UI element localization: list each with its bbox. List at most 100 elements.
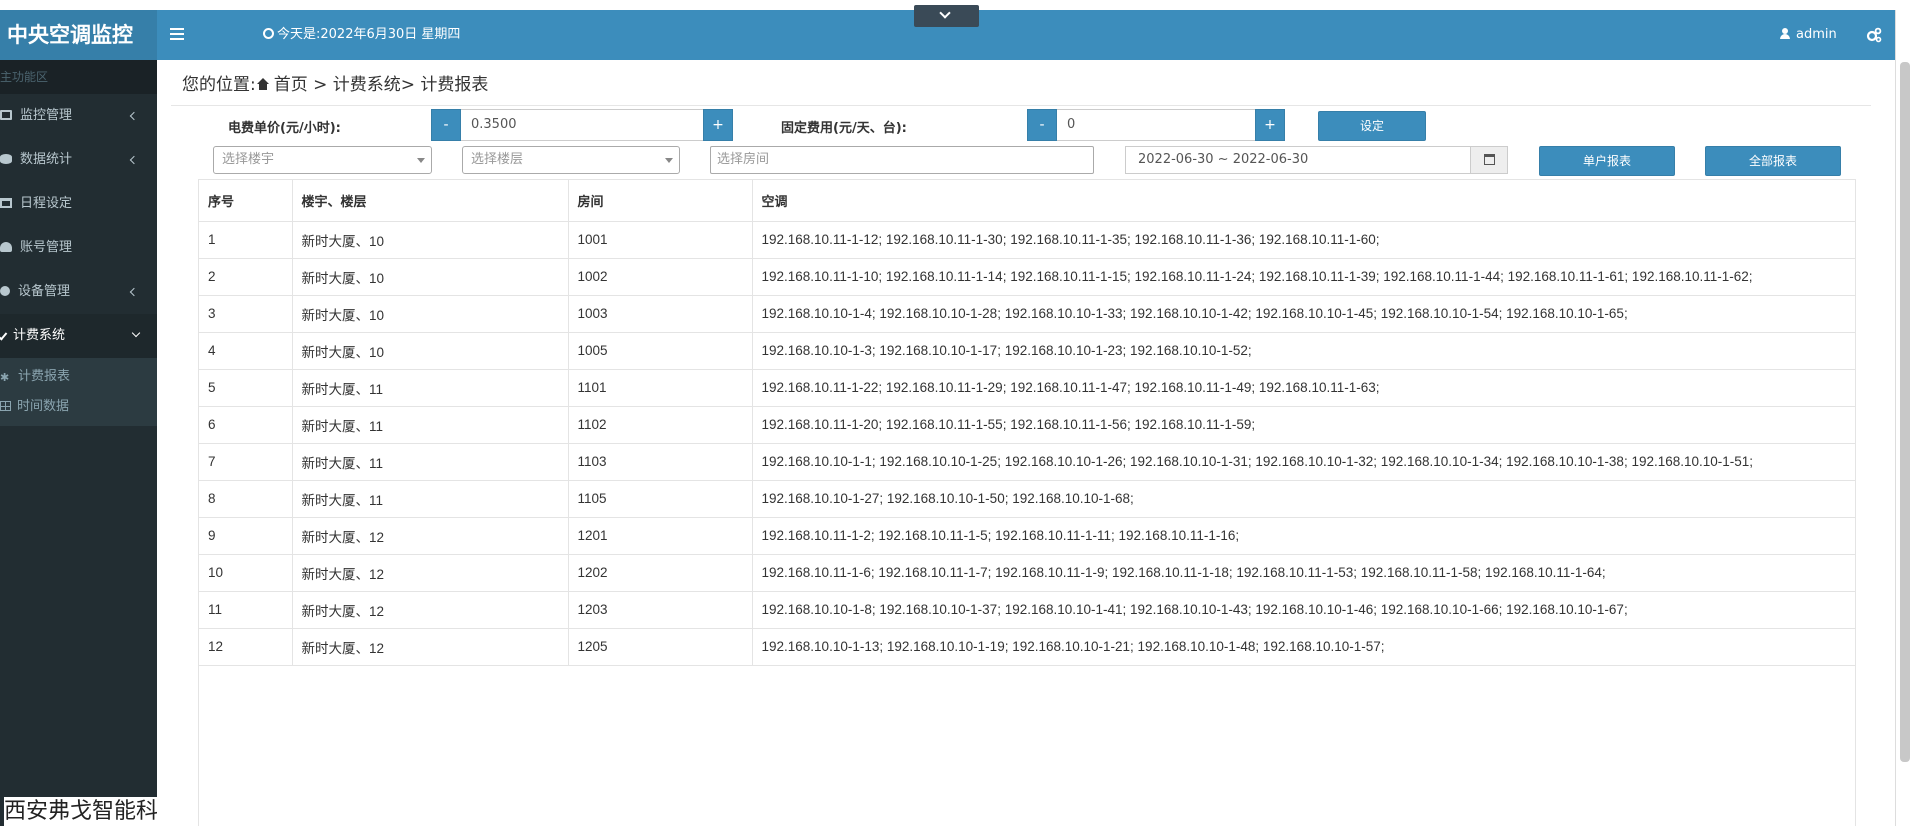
- fixed-fee-label: 固定费用(元/天、台):: [781, 121, 907, 136]
- column-header-room[interactable]: 房间: [568, 180, 753, 222]
- building-select-placeholder: 选择楼宇: [222, 152, 275, 167]
- table-row[interactable]: 8 新时大厦、11 1105 192.168.10.10-1-27; 192.168.…: [199, 480, 1855, 518]
- sidebar-item-label: 数据统计: [20, 152, 73, 167]
- chevron-left-icon: [129, 287, 139, 297]
- cell-building-floor: 新时大厦、10: [292, 295, 569, 333]
- table-row[interactable]: 6 新时大厦、11 1102 192.168.10.11-1-20; 192.168.…: [199, 406, 1855, 444]
- user-icon: [0, 242, 12, 252]
- all-report-button[interactable]: 全部报表: [1705, 146, 1841, 176]
- unit-price-decrement-button[interactable]: -: [431, 109, 461, 141]
- cell-index: 2: [199, 258, 293, 296]
- sidebar-item-schedule[interactable]: 日程设定: [0, 182, 157, 226]
- table-row[interactable]: 5 新时大厦、11 1101 192.168.10.11-1-22; 192.168.…: [199, 369, 1855, 407]
- date-range-input[interactable]: 2022-06-30 ~ 2022-06-30: [1125, 146, 1471, 174]
- table-row[interactable]: 9 新时大厦、12 1201 192.168.10.11-1-2; 192.168.1…: [199, 517, 1855, 555]
- chevron-left-icon: [129, 155, 139, 165]
- floor-select[interactable]: 选择楼层: [462, 146, 680, 174]
- cell-index: 7: [199, 443, 293, 481]
- set-button[interactable]: 设定: [1318, 111, 1426, 141]
- cell-aircon: 192.168.10.11-1-12; 192.168.10.11-1-30; …: [752, 221, 1855, 259]
- page-scrollbar-thumb[interactable]: [1900, 62, 1910, 762]
- user-menu[interactable]: admin: [1780, 10, 1837, 60]
- column-header-index[interactable]: 序号: [199, 180, 293, 222]
- sidebar-item-label: 计费系统: [13, 328, 66, 343]
- billing-submenu: ✱ 计费报表 时间数据: [0, 358, 157, 426]
- floor-select-placeholder: 选择楼层: [471, 152, 524, 167]
- caret-down-icon: [417, 158, 425, 163]
- fixed-fee-decrement-button[interactable]: -: [1027, 109, 1057, 141]
- sidebar-item-monitor[interactable]: 监控管理: [0, 94, 157, 138]
- user-name: admin: [1796, 27, 1837, 42]
- unit-price-input[interactable]: 0.3500: [461, 109, 703, 141]
- chevron-left-icon: [129, 111, 139, 121]
- table-row[interactable]: 7 新时大厦、11 1103 192.168.10.10-1-1; 192.168.1…: [199, 443, 1855, 481]
- calendar-icon: [0, 198, 12, 208]
- sidebar-item-devices[interactable]: 设备管理: [0, 270, 157, 314]
- table-row[interactable]: 4 新时大厦、10 1005 192.168.10.10-1-3; 192.168.1…: [199, 332, 1855, 370]
- cell-building-floor: 新时大厦、11: [292, 480, 569, 518]
- sidebar-item-accounts[interactable]: 账号管理: [0, 226, 157, 270]
- table-row[interactable]: 11 新时大厦、12 1203 192.168.10.10-1-8; 192.168.…: [199, 591, 1855, 629]
- cell-aircon: 192.168.10.10-1-3; 192.168.10.10-1-17; 1…: [752, 332, 1855, 370]
- sidebar-item-billing[interactable]: 计费系统: [0, 314, 157, 358]
- room-input[interactable]: 选择房间: [710, 146, 1094, 174]
- cell-building-floor: 新时大厦、12: [292, 517, 569, 555]
- collapse-header-tab[interactable]: [914, 5, 979, 27]
- home-icon: [256, 78, 270, 90]
- cell-building-floor: 新时大厦、12: [292, 554, 569, 592]
- cell-aircon: 192.168.10.11-1-20; 192.168.10.11-1-55; …: [752, 406, 1855, 444]
- table-row[interactable]: 12 新时大厦、12 1205 192.168.10.10-1-13; 192.168…: [199, 628, 1855, 666]
- cell-building-floor: 新时大厦、10: [292, 258, 569, 296]
- breadcrumb-divider: [171, 105, 1871, 106]
- cell-aircon: 192.168.10.11-1-6; 192.168.10.11-1-7; 19…: [752, 554, 1855, 592]
- cell-index: 4: [199, 332, 293, 370]
- chevron-down-icon: [939, 7, 951, 19]
- cell-index: 8: [199, 480, 293, 518]
- cell-index: 5: [199, 369, 293, 407]
- fixed-fee-increment-button[interactable]: +: [1255, 109, 1285, 141]
- cell-room: 1003: [568, 295, 753, 333]
- building-select[interactable]: 选择楼宇: [213, 146, 432, 174]
- single-report-button[interactable]: 单户报表: [1539, 146, 1675, 176]
- sidebar-item-stats[interactable]: 数据统计: [0, 138, 157, 182]
- breadcrumb-path[interactable]: 首页 > 计费系统> 计费报表: [274, 75, 489, 95]
- sidebar-subitem-label: 计费报表: [18, 369, 71, 384]
- company-footer-text: 西安弗戈智能科: [4, 797, 157, 826]
- cell-building-floor: 新时大厦、11: [292, 369, 569, 407]
- cell-index: 1: [199, 221, 293, 259]
- column-header-building-floor[interactable]: 楼宇、楼层: [292, 180, 569, 222]
- cell-index: 3: [199, 295, 293, 333]
- app-logo-title[interactable]: 中央空调监控: [0, 10, 157, 60]
- cell-index: 6: [199, 406, 293, 444]
- cell-building-floor: 新时大厦、10: [292, 332, 569, 370]
- cell-room: 1205: [568, 628, 753, 666]
- column-header-aircon[interactable]: 空调: [752, 180, 1855, 222]
- cell-aircon: 192.168.10.10-1-4; 192.168.10.10-1-28; 1…: [752, 295, 1855, 333]
- sidebar-subitem-time-data[interactable]: 时间数据: [0, 392, 157, 422]
- table-row[interactable]: 1 新时大厦、10 1001 192.168.10.11-1-12; 192.168.…: [199, 221, 1855, 259]
- cell-building-floor: 新时大厦、12: [292, 591, 569, 629]
- settings-cogs-icon[interactable]: [1866, 27, 1882, 43]
- table-row[interactable]: 3 新时大厦、10 1003 192.168.10.10-1-4; 192.168.1…: [199, 295, 1855, 333]
- cell-building-floor: 新时大厦、11: [292, 443, 569, 481]
- hamburger-menu-icon[interactable]: [170, 25, 184, 43]
- sidebar-section-label: 主功能区: [0, 60, 157, 94]
- cell-aircon: 192.168.10.10-1-1; 192.168.10.10-1-25; 1…: [752, 443, 1855, 481]
- table-header-row: 序号 楼宇、楼层 房间 空调: [199, 180, 1855, 222]
- fixed-fee-input[interactable]: 0: [1057, 109, 1255, 141]
- cell-aircon: 192.168.10.11-1-10; 192.168.10.11-1-14; …: [752, 258, 1855, 296]
- cell-aircon: 192.168.10.10-1-8; 192.168.10.10-1-37; 1…: [752, 591, 1855, 629]
- unit-price-increment-button[interactable]: +: [703, 109, 733, 141]
- table-row[interactable]: 2 新时大厦、10 1002 192.168.10.11-1-10; 192.168.…: [199, 258, 1855, 296]
- sidebar-item-label: 账号管理: [20, 240, 73, 255]
- check-icon: [0, 330, 8, 341]
- cell-building-floor: 新时大厦、12: [292, 628, 569, 666]
- table-row[interactable]: 10 新时大厦、12 1202 192.168.10.11-1-6; 192.168.…: [199, 554, 1855, 592]
- date-picker-button[interactable]: [1470, 146, 1508, 174]
- cell-index: 10: [199, 554, 293, 592]
- billing-report-table: 序号 楼宇、楼层 房间 空调 1 新时大厦、10 1001 192.168.10.11…: [198, 179, 1856, 826]
- cell-room: 1001: [568, 221, 753, 259]
- cell-room: 1101: [568, 369, 753, 407]
- breadcrumb-prefix: 您的位置:: [182, 75, 256, 95]
- sidebar-subitem-billing-report[interactable]: ✱ 计费报表: [0, 362, 157, 392]
